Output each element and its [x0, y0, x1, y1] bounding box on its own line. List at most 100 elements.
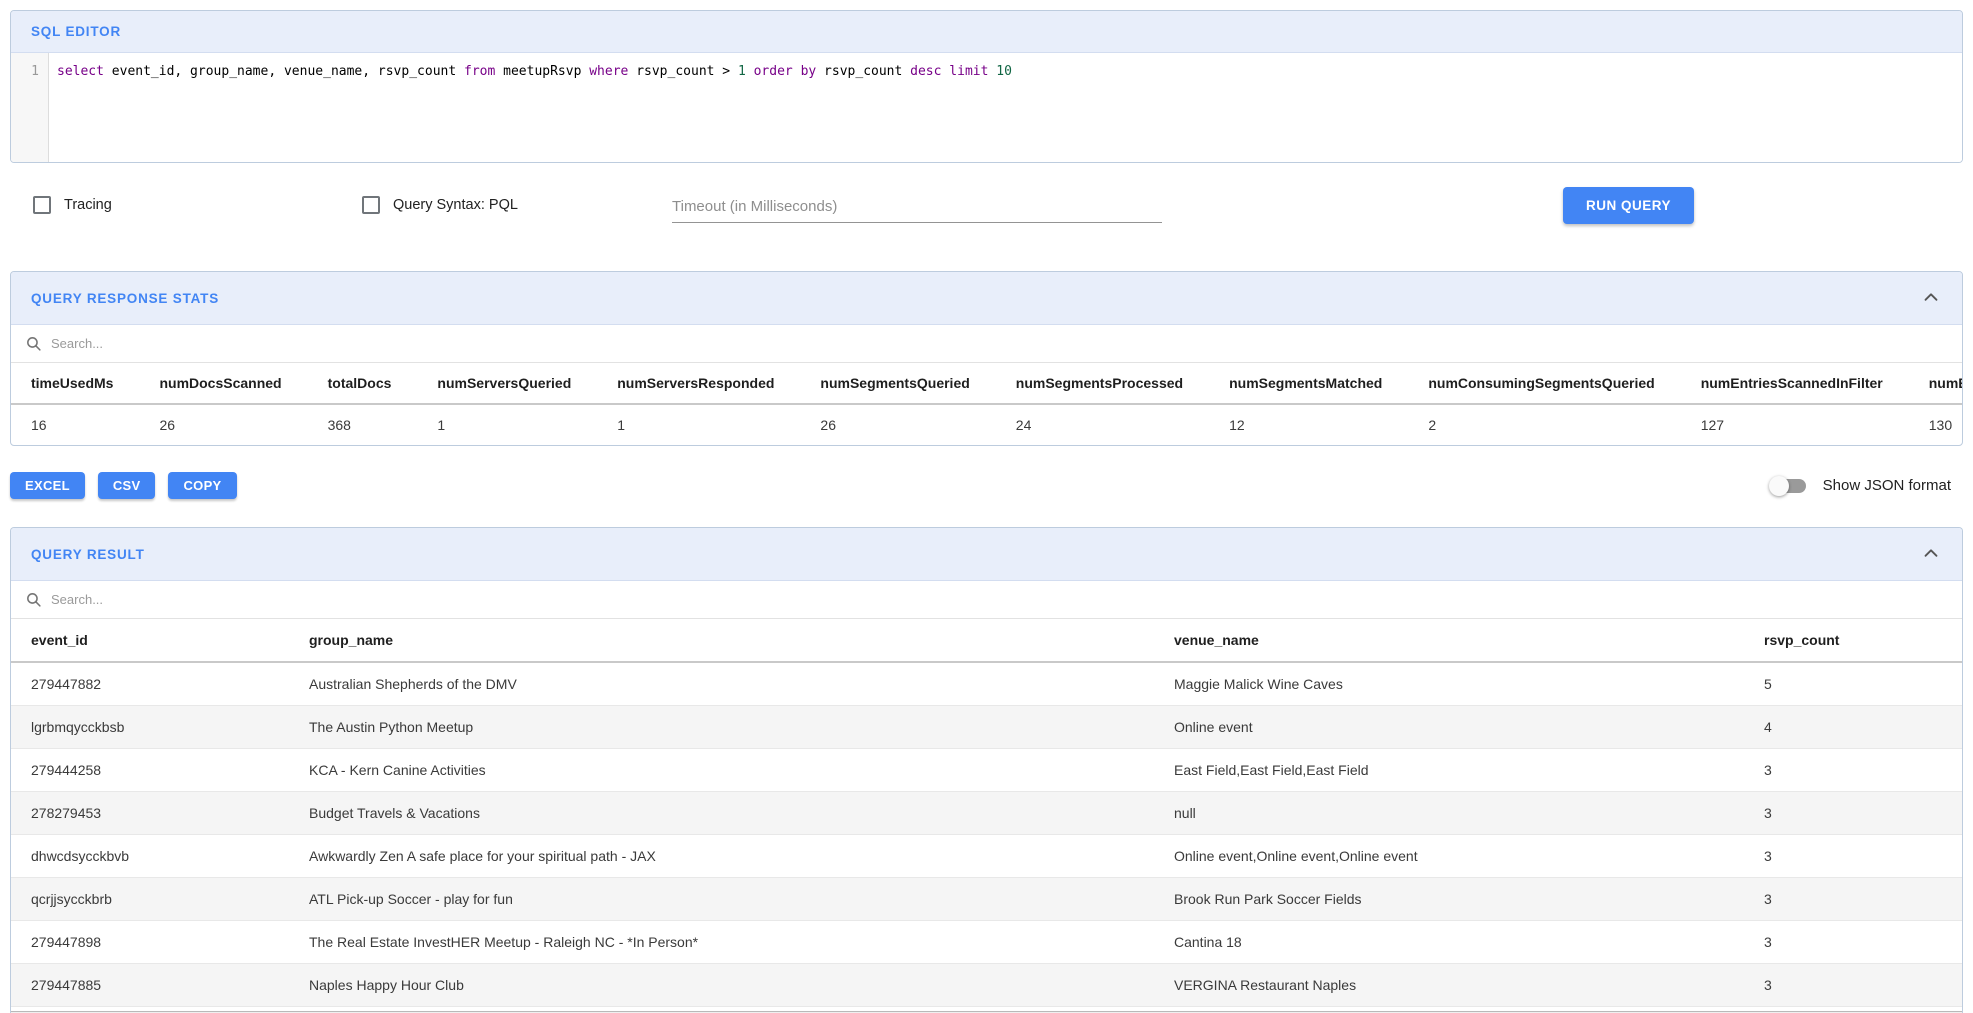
stats-value: 1	[601, 404, 804, 445]
csv-button[interactable]: CSV	[98, 472, 156, 499]
stats-column-header: numSegmentsQueried	[804, 363, 999, 404]
sql-text: event_id, group_name, venue_name, rsvp_c…	[104, 64, 464, 79]
timeout-input[interactable]	[672, 189, 1162, 223]
cell-group-name: Australian Shepherds of the DMV	[289, 662, 1154, 706]
json-toggle-label[interactable]: Show JSON format	[1823, 477, 1951, 494]
stats-column-header: numEntriesScannedInFilter	[1685, 363, 1913, 404]
result-column-header[interactable]: event_id	[11, 619, 289, 662]
sql-text: rsvp_count >	[628, 64, 738, 79]
stats-value: 12	[1213, 404, 1412, 445]
line-number: 1	[11, 62, 39, 81]
pql-control: Query Syntax: PQL	[362, 196, 518, 214]
cell-event-id: lgrbmqycckbsb	[11, 706, 289, 749]
tracing-control: Tracing	[33, 196, 112, 214]
stats-table: timeUsedMs numDocsScanned totalDocs numS…	[11, 363, 1962, 445]
stats-column-header: numServersResponded	[601, 363, 804, 404]
sql-keyword: by	[801, 64, 817, 79]
sql-query-line[interactable]: select event_id, group_name, venue_name,…	[49, 53, 1962, 162]
run-query-button[interactable]: RUN QUERY	[1563, 187, 1694, 224]
result-column-header[interactable]: venue_name	[1154, 619, 1744, 662]
cell-venue-name: Cantina 18	[1154, 921, 1744, 964]
timeout-control	[672, 189, 1162, 223]
tracing-checkbox[interactable]	[33, 196, 51, 214]
result-search-input[interactable]	[51, 592, 1948, 607]
cell-group-name: Budget Travels & Vacations	[289, 792, 1154, 835]
stats-value: 130	[1913, 404, 1962, 445]
result-header-row: event_id group_name venue_name rsvp_coun…	[11, 619, 1962, 662]
table-row[interactable]: lgrbmqycckbsb The Austin Python Meetup O…	[11, 706, 1962, 749]
cell-event-id: 279447882	[11, 662, 289, 706]
collapse-chevron-up-icon[interactable]	[1920, 287, 1942, 309]
stats-value: 127	[1685, 404, 1913, 445]
sql-keyword: order	[754, 64, 793, 79]
cell-group-name: The Real Estate InvestHER Meetup - Ralei…	[289, 921, 1154, 964]
sql-text: meetupRsvp	[495, 64, 589, 79]
stats-value: 26	[143, 404, 311, 445]
table-row[interactable]: 279447882 Australian Shepherds of the DM…	[11, 662, 1962, 706]
cell-event-id: dhwcdsycckbvb	[11, 835, 289, 878]
stats-value: 16	[11, 404, 143, 445]
stats-search-row	[11, 325, 1962, 363]
stats-table-wrapper[interactable]: timeUsedMs numDocsScanned totalDocs numS…	[11, 363, 1962, 445]
stats-header: QUERY RESPONSE STATS	[11, 272, 1962, 325]
query-console-page: SQL EDITOR 1 select event_id, group_name…	[0, 0, 1973, 1013]
table-row[interactable]: dhwcdsycckbvb Awkwardly Zen A safe place…	[11, 835, 1962, 878]
sql-keyword: limit	[949, 64, 988, 79]
cell-rsvp-count: 3	[1744, 792, 1962, 835]
result-table: event_id group_name venue_name rsvp_coun…	[11, 619, 1962, 1013]
table-row[interactable]: 279447885 Naples Happy Hour Club VERGINA…	[11, 964, 1962, 1007]
cell-group-name: The Austin Python Meetup	[289, 706, 1154, 749]
tracing-label[interactable]: Tracing	[64, 197, 112, 213]
result-column-header[interactable]: group_name	[289, 619, 1154, 662]
cell-rsvp-count: 5	[1744, 662, 1962, 706]
cell-rsvp-count: 3	[1744, 749, 1962, 792]
sql-keyword: from	[464, 64, 495, 79]
query-result-card: QUERY RESULT event_id group_name venue_n…	[10, 527, 1963, 1013]
pql-checkbox[interactable]	[362, 196, 380, 214]
pql-label[interactable]: Query Syntax: PQL	[393, 197, 518, 213]
cell-rsvp-count: 3	[1744, 921, 1962, 964]
table-row[interactable]: 278279453 Budget Travels & Vacations nul…	[11, 792, 1962, 835]
sql-number: 10	[996, 64, 1012, 79]
cell-venue-name: null	[1154, 792, 1744, 835]
export-row: EXCEL CSV COPY Show JSON format	[10, 472, 1963, 499]
query-controls-row: Tracing Query Syntax: PQL RUN QUERY	[10, 187, 1963, 239]
stats-value: 1	[421, 404, 601, 445]
stats-header-row: timeUsedMs numDocsScanned totalDocs numS…	[11, 363, 1962, 404]
cell-venue-name: Brook Run Park Soccer Fields	[1154, 878, 1744, 921]
table-row[interactable]: 279447898 The Real Estate InvestHER Meet…	[11, 921, 1962, 964]
stats-column-header: totalDocs	[312, 363, 422, 404]
stats-value: 24	[1000, 404, 1213, 445]
show-json-toggle[interactable]	[1769, 476, 1809, 496]
stats-column-header: numConsumingSegmentsQueried	[1412, 363, 1684, 404]
result-search-row	[11, 581, 1962, 619]
table-row[interactable]: 279444258 KCA - Kern Canine Activities E…	[11, 749, 1962, 792]
sql-text	[793, 64, 801, 79]
sql-editor-header: SQL EDITOR	[11, 11, 1962, 53]
stats-column-header: numSegmentsMatched	[1213, 363, 1412, 404]
stats-column-header: timeUsedMs	[11, 363, 143, 404]
cell-venue-name: Online event	[1154, 706, 1744, 749]
cell-group-name: Awkwardly Zen A safe place for your spir…	[289, 835, 1154, 878]
copy-button[interactable]: COPY	[168, 472, 236, 499]
cell-venue-name: East Field,East Field,East Field	[1154, 749, 1744, 792]
sql-code-editor[interactable]: 1 select event_id, group_name, venue_nam…	[11, 53, 1962, 162]
sql-keyword: desc	[910, 64, 941, 79]
cell-rsvp-count: 3	[1744, 878, 1962, 921]
cell-rsvp-count: 3	[1744, 964, 1962, 1007]
table-row[interactable]: qcrjjsycckbrb ATL Pick-up Soccer - play …	[11, 878, 1962, 921]
search-icon	[25, 335, 42, 352]
stats-value: 2	[1412, 404, 1684, 445]
stats-title: QUERY RESPONSE STATS	[31, 291, 219, 306]
sql-keyword: where	[589, 64, 628, 79]
cell-group-name: ATL Pick-up Soccer - play for fun	[289, 878, 1154, 921]
stats-search-input[interactable]	[51, 336, 1948, 351]
excel-button[interactable]: EXCEL	[10, 472, 85, 499]
sql-number: 1	[738, 64, 746, 79]
sql-keyword: select	[57, 64, 104, 79]
sql-text	[746, 64, 754, 79]
collapse-chevron-up-icon[interactable]	[1920, 543, 1942, 565]
result-column-header[interactable]: rsvp_count	[1744, 619, 1962, 662]
stats-value: 368	[312, 404, 422, 445]
query-response-stats-card: QUERY RESPONSE STATS timeUsedMs numDocsS…	[10, 271, 1963, 446]
